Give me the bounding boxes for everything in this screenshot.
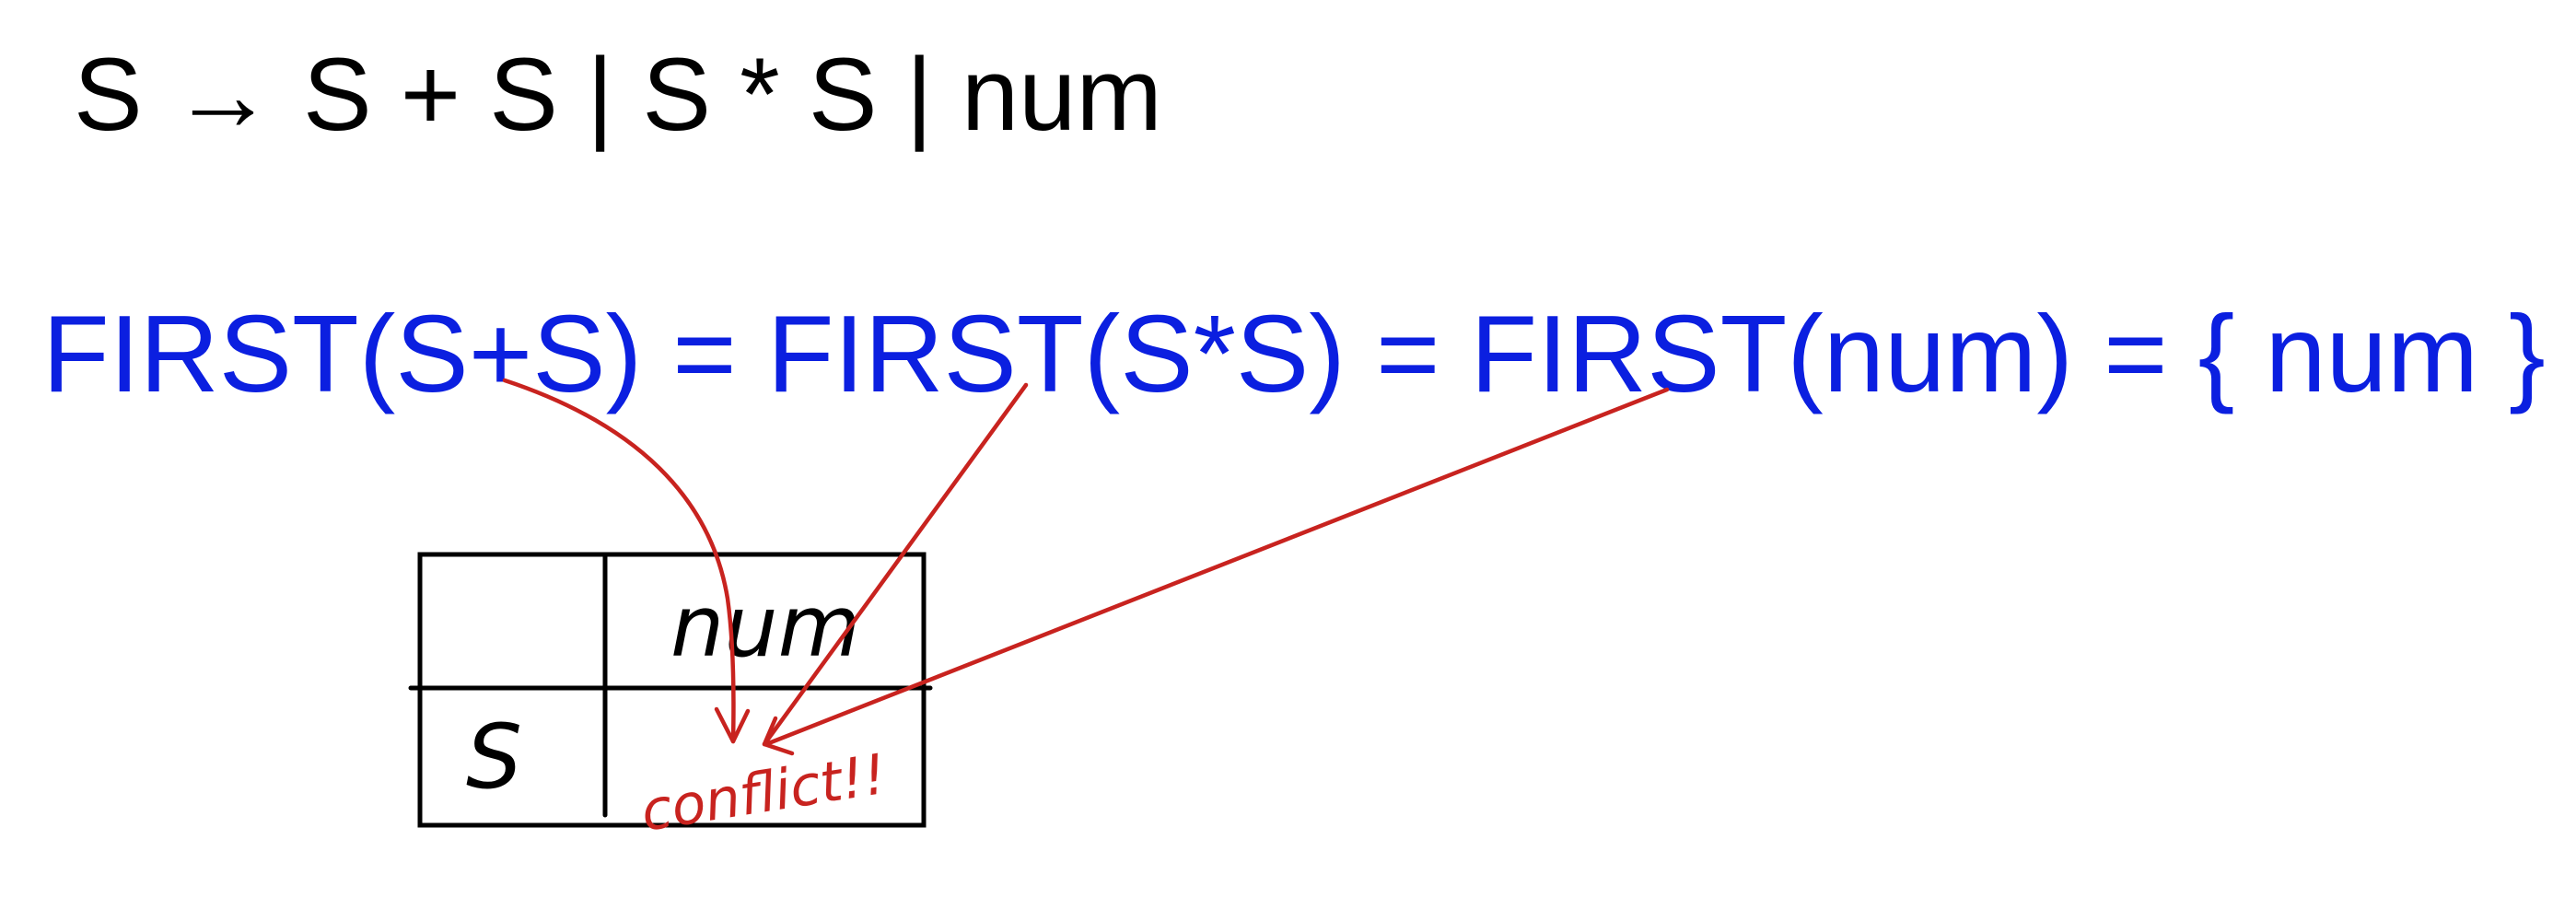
table-row-header: S xyxy=(466,705,522,809)
parse-table-diagram: num S conflict!! xyxy=(408,378,1670,845)
conflict-arrows xyxy=(502,378,1670,756)
conflict-note: conflict!! xyxy=(636,742,890,845)
table-column-header: num xyxy=(670,577,860,676)
arrow-from-first-num xyxy=(763,387,1670,747)
